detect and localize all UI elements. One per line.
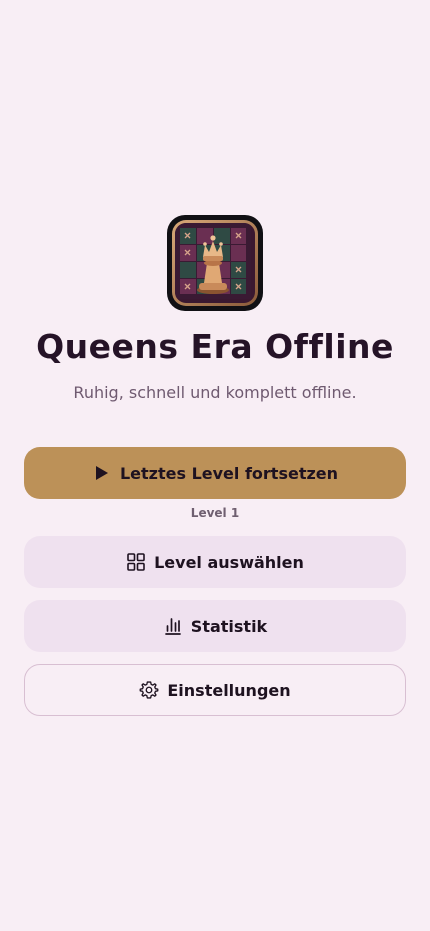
select-level-label: Level auswählen [154, 552, 304, 572]
continue-last-level-button[interactable]: Letztes Level fortsetzen [24, 447, 406, 499]
statistics-label: Statistik [190, 616, 268, 636]
chess-queen-icon [175, 223, 251, 299]
home-screen: Queens Era Offline Ruhig, schnell und ko… [0, 0, 430, 931]
select-level-button[interactable]: Level auswählen [24, 536, 406, 588]
app-logo [167, 215, 263, 311]
current-level-label: Level 1 [190, 506, 240, 520]
play-icon [92, 463, 112, 483]
grid-icon [126, 552, 146, 572]
app-title: Queens Era Offline [36, 327, 394, 366]
app-subtitle: Ruhig, schnell und komplett offline. [73, 383, 357, 402]
settings-label: Einstellungen [167, 680, 291, 700]
bar-chart-icon [163, 616, 183, 636]
statistics-button[interactable]: Statistik [24, 600, 406, 652]
continue-label: Letztes Level fortsetzen [119, 463, 339, 483]
gear-icon [139, 680, 159, 700]
settings-button[interactable]: Einstellungen [24, 664, 406, 716]
